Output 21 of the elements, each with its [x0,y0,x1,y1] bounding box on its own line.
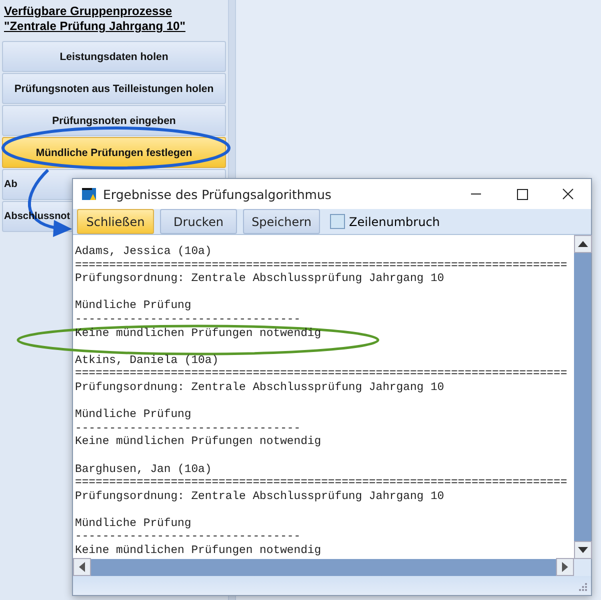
student-name: Adams, Jessica (10a) [75,246,212,258]
separator-line: --------------------------------- [75,314,301,326]
separator-line: ======================================================================== [75,368,568,380]
sidebar-title: Verfügbare Gruppenprozesse "Zentrale Prüfung Jahrgang 10" [3,4,186,35]
section-heading: Mündliche Prüfung [75,518,192,530]
separator-line: --------------------------------- [75,531,301,544]
separator-line: ======================================================================== [75,477,568,490]
output-line: Keine mündlichen Prüfungen notwendig [75,328,322,340]
separator-line: --------------------------------- [75,422,301,435]
output-line: Prüfungsordnung: Zentrale Abschlussprüfung Jahrgang 10 [75,273,444,286]
section-heading: Mündliche Prüfung [75,300,192,312]
output-line: Prüfungsordnung: Zentrale Abschlussprüfung Jahrgang 10 [75,382,444,394]
student-name: Barghusen, Jan (10a) [75,464,212,476]
student-name: Atkins, Daniela (10a) [75,354,219,367]
output-line: Keine mündlichen Prüfungen notwendig [75,545,322,558]
window-title: Ergebnisse des Prüfungsalgorithmus [103,186,332,202]
checkbox-label: Zeilenumbruch [349,214,440,228]
separator-line: ======================================================================== [75,260,568,272]
output-line: Keine mündlichen Prüfungen notwendig [75,436,322,448]
section-heading: Mündliche Prüfung [75,409,192,422]
output-line: Prüfungsordnung: Zentrale Abschlussprüfung Jahrgang 10 [75,490,444,503]
